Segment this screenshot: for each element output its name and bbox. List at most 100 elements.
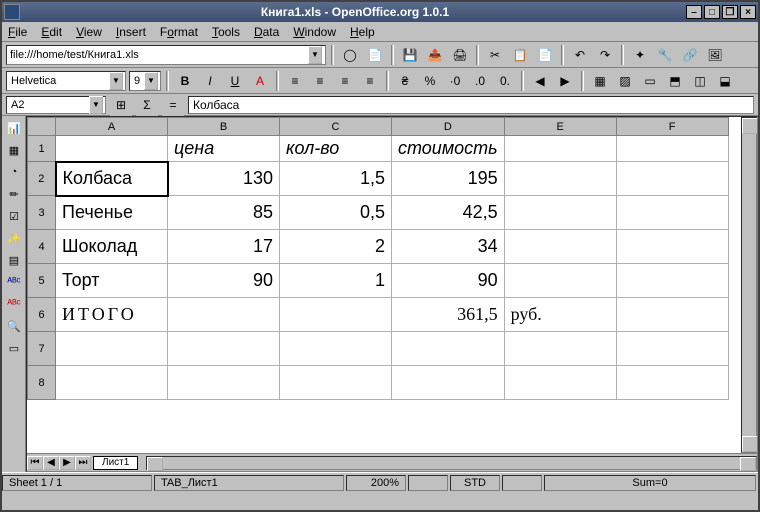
cell-a8[interactable] xyxy=(56,366,168,400)
cell-b1[interactable]: цена xyxy=(168,136,280,162)
paste-icon[interactable]: 📄 xyxy=(534,44,556,66)
spellcheck-icon[interactable]: ᴬᴮᶜ xyxy=(4,272,24,292)
valign-middle-icon[interactable]: ◫ xyxy=(689,70,711,92)
cell-e3[interactable] xyxy=(504,196,616,230)
row-header-1[interactable]: 1 xyxy=(28,136,56,162)
decrease-indent-icon[interactable]: ◀ xyxy=(529,70,551,92)
cell-d1[interactable]: стоимость xyxy=(392,136,505,162)
cell-e6[interactable]: руб. xyxy=(504,298,616,332)
tab-next-icon[interactable]: ▶ xyxy=(59,456,75,470)
menu-view[interactable]: View xyxy=(76,25,102,39)
cell-c1[interactable]: кол-во xyxy=(280,136,392,162)
cell-c2[interactable]: 1,5 xyxy=(280,162,392,196)
cell-f1[interactable] xyxy=(616,136,728,162)
form-icon[interactable]: ☑ xyxy=(4,206,24,226)
horizontal-scrollbar[interactable] xyxy=(146,456,757,470)
cell-a5[interactable]: Торт xyxy=(56,264,168,298)
cell-a6[interactable]: ИТОГО xyxy=(56,298,168,332)
menu-tools[interactable]: Tools xyxy=(212,25,240,39)
cell-a2[interactable]: Колбаса xyxy=(56,162,168,196)
increase-indent-icon[interactable]: ▶ xyxy=(554,70,576,92)
cell-e4[interactable] xyxy=(504,230,616,264)
cell-a7[interactable] xyxy=(56,332,168,366)
menu-insert[interactable]: Insert xyxy=(116,25,146,39)
autoformat-icon[interactable]: ✨ xyxy=(4,228,24,248)
datasource-icon[interactable]: ▭ xyxy=(4,338,24,358)
cell-b2[interactable]: 130 xyxy=(168,162,280,196)
row-header-8[interactable]: 8 xyxy=(28,366,56,400)
col-header-b[interactable]: B xyxy=(168,118,280,136)
tab-prev-icon[interactable]: ◀ xyxy=(43,456,59,470)
row-header-7[interactable]: 7 xyxy=(28,332,56,366)
stop-icon[interactable]: ◯ xyxy=(339,44,361,66)
equals-icon[interactable]: = xyxy=(162,94,184,116)
borders-icon[interactable]: ▦ xyxy=(589,70,611,92)
formula-input[interactable]: Колбаса xyxy=(188,96,754,114)
cell-f5[interactable] xyxy=(616,264,728,298)
cell-e1[interactable] xyxy=(504,136,616,162)
col-header-c[interactable]: C xyxy=(280,118,392,136)
maximize-button[interactable]: □ xyxy=(704,5,720,19)
copy-icon[interactable]: 📋 xyxy=(509,44,531,66)
tab-last-icon[interactable]: ⏭ xyxy=(75,456,91,470)
status-zoom[interactable]: 200% xyxy=(346,475,406,491)
number-icon[interactable]: ·0 xyxy=(444,70,466,92)
cell-e2[interactable] xyxy=(504,162,616,196)
row-header-6[interactable]: 6 xyxy=(28,298,56,332)
print-icon[interactable]: 🖨 xyxy=(449,44,471,66)
menu-window[interactable]: Window xyxy=(293,25,336,39)
cell-c3[interactable]: 0,5 xyxy=(280,196,392,230)
menu-data[interactable]: Data xyxy=(254,25,279,39)
insert-cells-icon[interactable]: ▦ xyxy=(4,140,24,160)
cell-d4[interactable]: 34 xyxy=(392,230,505,264)
col-header-e[interactable]: E xyxy=(504,118,616,136)
font-color-icon[interactable]: A xyxy=(249,70,271,92)
cell-b5[interactable]: 90 xyxy=(168,264,280,298)
select-all-corner[interactable] xyxy=(28,118,56,136)
menu-format[interactable]: Format xyxy=(160,25,198,39)
cell-f3[interactable] xyxy=(616,196,728,230)
align-justify-icon[interactable]: ≡ xyxy=(359,70,381,92)
sum-icon[interactable]: Σ xyxy=(136,94,158,116)
grid[interactable]: A B C D E F 1 цена кол-во стоимос xyxy=(27,117,741,453)
cell-a3[interactable]: Печенье xyxy=(56,196,168,230)
row-header-3[interactable]: 3 xyxy=(28,196,56,230)
cell-e5[interactable] xyxy=(504,264,616,298)
close-button[interactable]: × xyxy=(740,5,756,19)
cell-d5[interactable]: 90 xyxy=(392,264,505,298)
cell-f6[interactable] xyxy=(616,298,728,332)
percent-icon[interactable]: % xyxy=(419,70,441,92)
sheet-tab-1[interactable]: Лист1 xyxy=(93,456,138,470)
valign-top-icon[interactable]: ⬒ xyxy=(664,70,686,92)
align-right-icon[interactable]: ≡ xyxy=(334,70,356,92)
minimize-button[interactable]: – xyxy=(686,5,702,19)
gallery-icon[interactable]: 🖼 xyxy=(704,44,726,66)
underline-button[interactable]: U xyxy=(224,70,246,92)
font-size-combo[interactable]: 9▼ xyxy=(129,71,161,91)
font-name-combo[interactable]: Helvetica▼ xyxy=(6,71,126,91)
redo-icon[interactable]: ↷ xyxy=(594,44,616,66)
menu-edit[interactable]: Edit xyxy=(41,25,62,39)
cell-c4[interactable]: 2 xyxy=(280,230,392,264)
titlebar[interactable]: Книга1.xls - OpenOffice.org 1.0.1 – □ ❐ … xyxy=(2,2,758,22)
menu-file[interactable]: File xyxy=(8,25,27,39)
url-input[interactable]: file:///home/test/Книга1.xls▼ xyxy=(6,45,326,65)
edit-doc-icon[interactable]: 📄 xyxy=(364,44,386,66)
find-icon[interactable]: 🔍 xyxy=(4,316,24,336)
menu-help[interactable]: Help xyxy=(350,25,375,39)
align-center-icon[interactable]: ≡ xyxy=(309,70,331,92)
bg-color-icon[interactable]: ▨ xyxy=(614,70,636,92)
valign-bottom-icon[interactable]: ⬓ xyxy=(714,70,736,92)
add-decimal-icon[interactable]: .0 xyxy=(469,70,491,92)
align-left-icon[interactable]: ≡ xyxy=(284,70,306,92)
hyperlink-icon[interactable]: 🔗 xyxy=(679,44,701,66)
bold-button[interactable]: B xyxy=(174,70,196,92)
cell-d3[interactable]: 42,5 xyxy=(392,196,505,230)
function-wizard-icon[interactable]: ⊞ xyxy=(110,94,132,116)
draw-icon[interactable]: ✏ xyxy=(4,184,24,204)
cell-b4[interactable]: 17 xyxy=(168,230,280,264)
row-header-5[interactable]: 5 xyxy=(28,264,56,298)
cell-f4[interactable] xyxy=(616,230,728,264)
cell-b6[interactable] xyxy=(168,298,280,332)
status-sum[interactable]: Sum=0 xyxy=(544,475,756,491)
